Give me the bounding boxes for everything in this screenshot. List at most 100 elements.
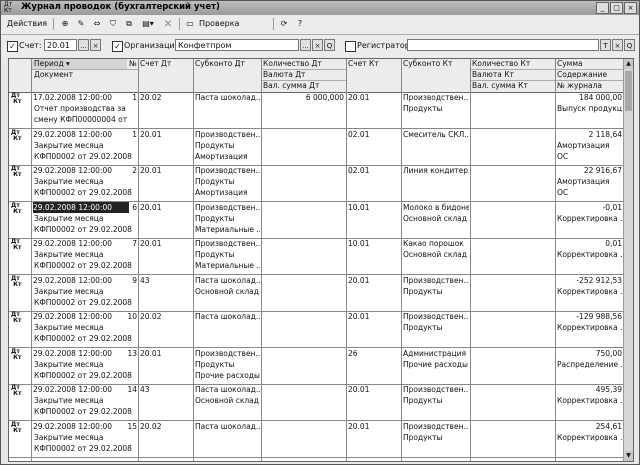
- subconto-kt-cell: Производствен...: [403, 385, 469, 394]
- registrar-field[interactable]: [407, 39, 599, 51]
- subconto-kt-cell: Линия кондитер...: [403, 166, 469, 175]
- postings-check-button[interactable]: Проверка проводок: [199, 17, 269, 42]
- posting-row-icon: Дт Кт: [11, 92, 22, 105]
- organization-clear-button[interactable]: ×: [312, 39, 323, 51]
- table-row[interactable]: Дт Кт 29.02.2008 12:00:00 14 Закрытие месяц…: [9, 384, 633, 421]
- account-clear-button[interactable]: ×: [90, 39, 101, 51]
- account-field[interactable]: 20.01: [44, 39, 77, 51]
- insert-icon[interactable]: ⊕: [58, 17, 72, 31]
- account-dt-cell: 43: [140, 385, 150, 394]
- column-document[interactable]: Документ: [32, 70, 137, 80]
- quantity-dt-cell: 6 000,000: [305, 93, 344, 102]
- organization-select-button[interactable]: ...: [300, 39, 311, 51]
- actions-label: Действия: [6, 19, 48, 28]
- column-currency-kt[interactable]: Валюта Кт: [470, 70, 555, 80]
- posting-row-icon: Дт Кт: [11, 128, 22, 142]
- journal-icon: Дт Кт: [4, 1, 13, 14]
- posting-row-icon: Дт Кт: [11, 311, 22, 324]
- scroll-up-icon[interactable]: ▲: [624, 59, 633, 69]
- scroll-thumb[interactable]: [625, 71, 632, 111]
- document-cell-line2: КФП00002 от 29.02.2008: [34, 261, 132, 270]
- document-cell-line2: КФП00002 от 29.02.2008: [34, 151, 132, 161]
- account-select-button[interactable]: ...: [78, 39, 89, 51]
- column-subconto-kt[interactable]: Субконто Кт: [401, 59, 470, 69]
- column-subconto-dt[interactable]: Субконто Дт: [193, 59, 261, 69]
- group-dropdown-icon[interactable]: ▤▾: [138, 17, 158, 31]
- table-row[interactable]: Дт Кт 29.02.2008 12:00:00 1 Закрытие месяца…: [9, 129, 633, 166]
- posting-row-icon: Дт Кт: [11, 384, 22, 397]
- number-cell: 1: [132, 93, 137, 102]
- actions-menu-button[interactable]: Действия ▾: [5, 17, 49, 42]
- sum-cell: 184 000,00: [579, 93, 622, 102]
- content-cell: Корректировка ...: [557, 250, 622, 259]
- registrar-open-button[interactable]: Q: [624, 39, 635, 51]
- column-quantity-dt[interactable]: Количество Дт: [261, 59, 346, 69]
- column-account-kt[interactable]: Счет Кт: [346, 59, 401, 69]
- table-row[interactable]: Дт Кт 29.02.2008 12:00:00 7 Закрытие месяца…: [9, 238, 633, 275]
- postings-table: Период ▾ № Документ Счет Дт Субконто Дт …: [8, 58, 634, 462]
- content-cell: Корректировка ...: [557, 323, 622, 332]
- table-row[interactable]: Дт Кт 29.02.2008 12:00:00 10 Закрытие месяц…: [9, 311, 633, 348]
- content-cell: Корректировка ...: [557, 213, 622, 223]
- number-cell: 13: [127, 348, 137, 358]
- refresh-icon[interactable]: ⟳: [277, 17, 291, 31]
- account-dt-cell: 20.01: [140, 129, 162, 139]
- column-content[interactable]: Содержание: [555, 70, 624, 80]
- column-currency-sum-dt[interactable]: Вал. сумма Дт: [261, 81, 346, 91]
- subconto-kt-cell: Молоко в бидоне: [403, 202, 469, 212]
- column-account-dt[interactable]: Счет Дт: [138, 59, 193, 69]
- account-checkbox[interactable]: ✓: [7, 41, 18, 52]
- column-currency-dt[interactable]: Валюта Дт: [261, 70, 346, 80]
- scroll-down-icon[interactable]: ▼: [624, 451, 633, 461]
- copy-icon[interactable]: ⧉: [122, 17, 136, 31]
- sum-cell: 495,39: [595, 385, 622, 394]
- column-sum[interactable]: Сумма: [555, 59, 624, 69]
- subconto-dt-cell: Производствен...: [195, 166, 260, 175]
- column-quantity-kt[interactable]: Количество Кт: [470, 59, 555, 69]
- registrar-type-button[interactable]: T: [600, 39, 611, 51]
- maximize-button[interactable]: □: [610, 2, 623, 14]
- organization-checkbox[interactable]: ✓: [112, 41, 123, 52]
- sum-cell: 2 118,64: [588, 129, 622, 139]
- subconto-dt-cell: Паста шоколад...: [195, 421, 260, 431]
- document-cell: Закрытие месяца: [34, 359, 104, 369]
- filter-icon[interactable]: ⛉: [106, 17, 120, 31]
- help-icon[interactable]: ?: [293, 17, 307, 31]
- content-cell: Корректировка ...: [557, 396, 622, 405]
- table-row[interactable]: Дт Кт 29.02.2008 12:00:00 15 Закрытие месяц…: [9, 421, 633, 458]
- edit-icon[interactable]: ✎: [74, 17, 88, 31]
- number-cell: 10: [127, 312, 137, 321]
- document-cell: Закрытие месяца: [34, 177, 104, 186]
- account-label: Счет:: [19, 41, 42, 50]
- organization-field[interactable]: Конфетпром: [175, 39, 299, 51]
- interval-icon[interactable]: ⇔: [90, 17, 104, 31]
- clear-filter-icon[interactable]: ⛌: [161, 17, 175, 31]
- subconto-dt-cell-2: Продукты: [195, 177, 235, 186]
- registrar-clear-button[interactable]: ×: [612, 39, 623, 51]
- organization-label: Организация:: [124, 41, 183, 50]
- close-button[interactable]: ×: [624, 2, 637, 14]
- posting-row-icon: Дт Кт: [11, 274, 22, 288]
- table-row[interactable]: Дт Кт 17.02.2008 12:00:00 1 Отчет производс…: [9, 92, 633, 129]
- column-currency-sum-kt[interactable]: Вал. сумма Кт: [470, 81, 555, 91]
- period-cell: 17.02.2008 12:00:00: [33, 93, 113, 102]
- document-cell: Закрытие месяца: [34, 286, 104, 296]
- organization-open-button[interactable]: Q: [324, 39, 335, 51]
- posting-row-icon: Дт Кт: [11, 201, 22, 215]
- table-row[interactable]: Дт Кт 29.02.2008 12:00:00 2 Закрытие месяца…: [9, 165, 633, 202]
- period-cell: 29.02.2008 12:00:00: [33, 239, 113, 248]
- table-row[interactable]: Дт Кт 29.02.2008 12:00:00 6 Закрытие месяца…: [9, 201, 633, 239]
- postings-check-icon: ▭: [186, 19, 194, 28]
- column-journal-number[interactable]: № журнала: [555, 81, 624, 91]
- minimize-button[interactable]: _: [596, 2, 609, 14]
- account-dt-cell: 20.01: [140, 348, 162, 358]
- account-kt-cell: 20.01: [348, 421, 370, 431]
- subconto-kt-cell-2: Прочие расходы: [403, 359, 468, 369]
- posting-row-icon: Дт Кт: [11, 420, 22, 434]
- registrar-checkbox[interactable]: [345, 41, 356, 52]
- table-row[interactable]: Дт Кт 29.02.2008 12:00:00 13 Закрытие месяц…: [9, 348, 633, 385]
- table-row[interactable]: Дт Кт 29.02.2008 12:00:00 9 Закрытие месяца…: [9, 275, 633, 312]
- vertical-scrollbar[interactable]: ▲ ▼: [623, 59, 633, 461]
- document-cell-line2: КФП00002 от 29.02.2008: [34, 188, 132, 197]
- column-period[interactable]: Период ▾: [32, 59, 127, 69]
